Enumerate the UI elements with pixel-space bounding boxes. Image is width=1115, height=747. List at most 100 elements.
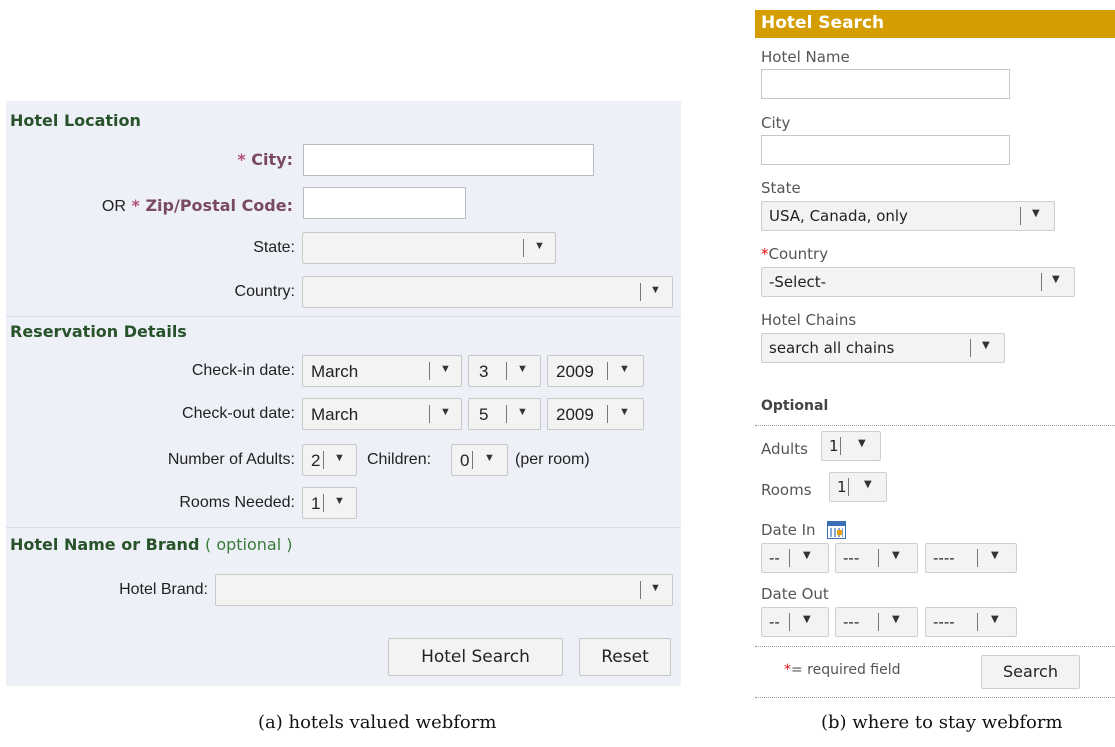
children-select[interactable]: 0 ▼ [451, 444, 508, 476]
section-divider [6, 316, 681, 317]
chevron-down-icon: ▼ [650, 284, 661, 296]
chevron-down-icon: ▼ [803, 550, 811, 561]
checkin-year-value: 2009 [556, 362, 594, 381]
state-label: State: [253, 239, 295, 256]
select-divider [323, 494, 324, 512]
optional-note: ( optional ) [204, 535, 293, 554]
select-divider [472, 451, 473, 469]
checkout-year-value: 2009 [556, 405, 594, 424]
state-label: State [761, 179, 801, 197]
country-label: Country: [234, 283, 295, 300]
date-out-month-select[interactable]: --- ▼ [835, 607, 918, 637]
rooms-value: 1 [837, 478, 847, 496]
state-select[interactable]: ▼ [302, 232, 556, 264]
adults-value: 1 [829, 437, 839, 455]
adults-select[interactable]: 1 ▼ [821, 431, 881, 461]
select-divider [878, 613, 879, 631]
rooms-select[interactable]: 1 ▼ [302, 487, 357, 519]
checkin-month-value: March [311, 362, 359, 381]
hotel-search-button[interactable]: Hotel Search [388, 638, 563, 676]
children-value: 0 [460, 451, 470, 470]
required-field-note: *= required field [784, 662, 901, 678]
checkout-day-value: 5 [479, 405, 489, 424]
hotel-brand-label: Hotel Brand: [119, 581, 208, 598]
hotel-name-input[interactable] [761, 69, 1010, 99]
select-divider [323, 451, 324, 469]
chevron-down-icon: ▼ [650, 582, 661, 594]
select-divider [640, 581, 641, 599]
hotel-chains-select[interactable]: search all chains ▼ [761, 333, 1005, 363]
select-divider [607, 405, 608, 423]
search-button[interactable]: Search [981, 655, 1080, 689]
checkin-year-select[interactable]: 2009 ▼ [547, 355, 644, 387]
country-select[interactable]: ▼ [302, 276, 673, 308]
state-select[interactable]: USA, Canada, only ▼ [761, 201, 1055, 231]
state-select-value: USA, Canada, only [769, 207, 908, 225]
chevron-down-icon: ▼ [517, 406, 528, 418]
chevron-down-icon: ▼ [440, 363, 451, 375]
checkin-day-value: 3 [479, 362, 489, 381]
date-in-year-value: ---- [933, 549, 955, 567]
checkout-label: Check-out date: [182, 405, 295, 422]
select-divider [840, 437, 841, 455]
date-in-month-value: --- [843, 549, 860, 567]
select-divider [640, 283, 641, 301]
city-input[interactable] [761, 135, 1010, 165]
chevron-down-icon: ▼ [864, 479, 872, 490]
select-divider [878, 549, 879, 567]
checkin-label: Check-in date: [191, 362, 295, 379]
adults-value: 2 [311, 451, 321, 470]
chevron-down-icon: ▼ [619, 406, 630, 418]
optional-heading: Optional [761, 398, 829, 414]
select-divider [506, 405, 507, 423]
chevron-down-icon: ▼ [440, 406, 451, 418]
select-divider [1041, 273, 1042, 291]
hotel-brand-select[interactable]: ▼ [215, 574, 673, 606]
date-out-year-value: ---- [933, 613, 955, 631]
chevron-down-icon: ▼ [982, 340, 990, 351]
per-room-note: (per room) [515, 451, 590, 468]
country-select[interactable]: -Select- ▼ [761, 267, 1075, 297]
section-heading-reservation-details: Reservation Details [10, 322, 187, 341]
checkin-day-select[interactable]: 3 ▼ [468, 355, 541, 387]
date-in-label: Date In [761, 521, 816, 539]
chevron-down-icon: ▼ [803, 614, 811, 625]
rooms-select[interactable]: 1 ▼ [829, 472, 887, 502]
reset-button[interactable]: Reset [579, 638, 671, 676]
chevron-down-icon: ▼ [892, 614, 900, 625]
date-out-label: Date Out [761, 585, 829, 603]
chevron-down-icon: ▼ [334, 495, 345, 507]
required-marker: * [784, 662, 791, 678]
date-in-month-select[interactable]: --- ▼ [835, 543, 918, 573]
hotel-search-header: Hotel Search [755, 10, 1115, 38]
select-divider [429, 405, 430, 423]
select-divider [970, 339, 971, 357]
chevron-down-icon: ▼ [517, 363, 528, 375]
select-divider [977, 549, 978, 567]
calendar-icon[interactable] [827, 521, 846, 539]
chevron-down-icon: ▼ [619, 363, 630, 375]
checkout-month-select[interactable]: March ▼ [302, 398, 462, 430]
chevron-down-icon: ▼ [991, 550, 999, 561]
rooms-label: Rooms [761, 481, 812, 499]
date-in-year-select[interactable]: ---- ▼ [925, 543, 1017, 573]
city-input[interactable] [303, 144, 594, 176]
caption-a: (a) hotels valued webform [258, 712, 497, 733]
date-in-day-select[interactable]: -- ▼ [761, 543, 829, 573]
date-out-month-value: --- [843, 613, 860, 631]
date-out-year-select[interactable]: ---- ▼ [925, 607, 1017, 637]
zip-input[interactable] [303, 187, 466, 219]
checkout-day-select[interactable]: 5 ▼ [468, 398, 541, 430]
caption-b: (b) where to stay webform [821, 712, 1063, 733]
select-divider [523, 239, 524, 257]
date-out-day-select[interactable]: -- ▼ [761, 607, 829, 637]
hotel-name-label: Hotel Name [761, 48, 850, 66]
checkout-year-select[interactable]: 2009 ▼ [547, 398, 644, 430]
select-divider [607, 362, 608, 380]
checkin-month-select[interactable]: March ▼ [302, 355, 462, 387]
city-label: * City: [237, 150, 293, 169]
chevron-down-icon: ▼ [534, 240, 545, 252]
section-divider [6, 527, 681, 528]
adults-label: Number of Adults: [167, 451, 295, 468]
adults-select[interactable]: 2 ▼ [302, 444, 357, 476]
